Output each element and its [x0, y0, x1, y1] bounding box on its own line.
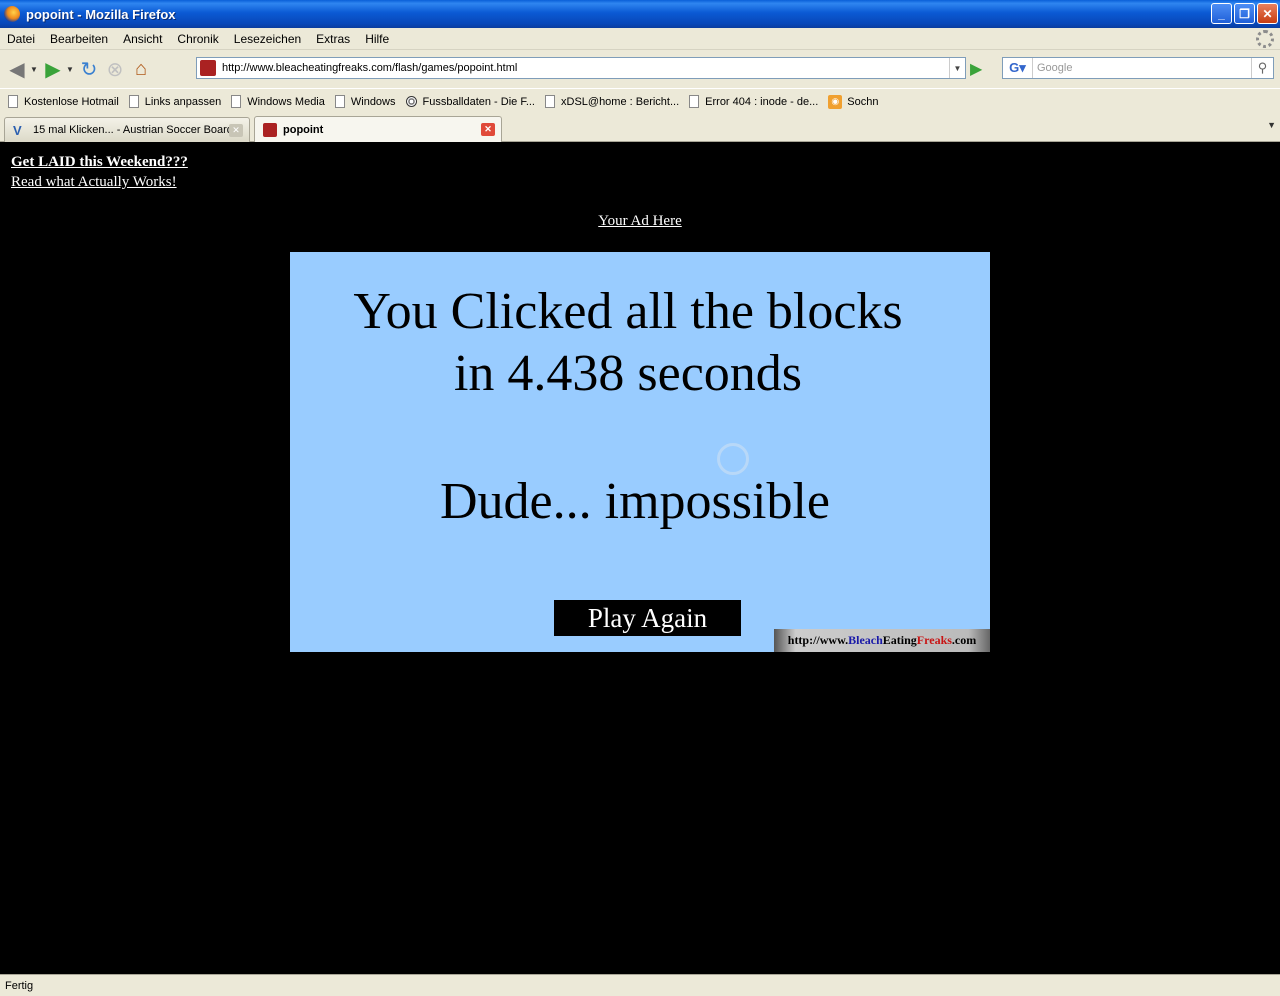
minimize-button[interactable]: _	[1211, 3, 1232, 24]
tab-close-icon[interactable]: ✕	[481, 123, 495, 136]
menu-hilfe[interactable]: Hilfe	[358, 32, 397, 46]
bookmark-label: Fussballdaten - Die F...	[422, 95, 536, 108]
go-arrow-icon[interactable]: ▶	[970, 59, 990, 79]
tab-strip: V 15 mal Klicken... - Austrian Soccer Bo…	[0, 114, 1280, 142]
maximize-button[interactable]: ❐	[1234, 3, 1255, 24]
stop-icon[interactable]: ⊗	[102, 56, 128, 82]
page-content: Get LAID this Weekend??? Read what Actua…	[0, 142, 1280, 974]
flash-game[interactable]: You Clicked all the blocks in 4.438 seco…	[290, 252, 990, 652]
menu-chronik[interactable]: Chronik	[170, 32, 226, 46]
bookmark-kostenlose-hotmail[interactable]: Kostenlose Hotmail	[4, 95, 125, 108]
navigation-toolbar: ◀ ▼ ▶ ▼ ↻ ⊗ ⌂ http://www.bleacheatingfre…	[0, 51, 1280, 87]
firefox-icon	[4, 6, 20, 22]
forward-arrow-icon[interactable]: ▶	[40, 56, 66, 82]
page-icon	[8, 95, 18, 108]
bookmark-label: xDSL@home : Bericht...	[561, 95, 680, 108]
verdict-text: Dude... impossible	[440, 473, 830, 530]
ad-subline-link[interactable]: Read what Actually Works!	[11, 174, 177, 191]
page-icon	[128, 95, 139, 108]
soccer-ball-icon	[405, 96, 417, 107]
tab-label: 15 mal Klicken... - Austrian Soccer Boar…	[33, 124, 233, 136]
brand-suffix: .com	[951, 633, 977, 647]
address-dropdown-icon[interactable]: ▼	[949, 58, 965, 78]
address-bar[interactable]: http://www.bleacheatingfreaks.com/flash/…	[196, 57, 966, 79]
tab-close-icon[interactable]: ✕	[229, 124, 243, 137]
page-icon	[545, 95, 555, 108]
brand-eating: Eating	[882, 633, 917, 647]
bookmark-error-404[interactable]: Error 404 : inode - de...	[685, 95, 824, 108]
status-text: Fertig	[5, 979, 34, 992]
back-history-dropdown-icon[interactable]: ▼	[30, 65, 40, 74]
google-engine-icon[interactable]: G▾	[1003, 58, 1033, 78]
site-v-icon: V	[13, 123, 22, 138]
bookmarks-toolbar: Kostenlose Hotmail Links anpassen Window…	[0, 88, 1280, 114]
magnifier-search-icon[interactable]: ⚲	[1251, 58, 1273, 78]
bookmark-label: Kostenlose Hotmail	[24, 95, 119, 108]
tab-popoint[interactable]: popoint ✕	[254, 116, 502, 142]
tab-austrian-soccer-board[interactable]: V 15 mal Klicken... - Austrian Soccer Bo…	[4, 117, 250, 142]
result-line-2: in 4.438 seconds	[453, 345, 803, 402]
page-icon	[334, 95, 345, 108]
menu-ansicht[interactable]: Ansicht	[116, 32, 170, 46]
window-title: popoint - Mozilla Firefox	[26, 6, 176, 22]
page-icon	[231, 95, 242, 108]
ad-headline-link[interactable]: Get LAID this Weekend???	[11, 154, 188, 171]
menu-datei[interactable]: Datei	[0, 32, 43, 46]
play-again-button[interactable]: Play Again	[554, 600, 741, 636]
rss-feed-icon: ◉	[828, 94, 843, 109]
your-ad-here-link[interactable]: Your Ad Here	[598, 213, 681, 229]
tab-label: popoint	[283, 123, 324, 136]
bookmark-windows-media[interactable]: Windows Media	[227, 95, 331, 108]
bookmark-xdsl-home[interactable]: xDSL@home : Bericht...	[541, 95, 685, 108]
menu-lesezeichen[interactable]: Lesezeichen	[227, 32, 309, 46]
window-titlebar: popoint - Mozilla Firefox _ ❐ ✕	[0, 0, 1280, 28]
menu-extras[interactable]: Extras	[309, 32, 358, 46]
bookmark-links-anpassen[interactable]: Links anpassen	[125, 95, 227, 108]
close-button[interactable]: ✕	[1257, 3, 1278, 24]
back-arrow-icon[interactable]: ◀	[4, 56, 30, 82]
address-url[interactable]: http://www.bleacheatingfreaks.com/flash/…	[222, 62, 517, 74]
tab-list-dropdown-icon[interactable]: ▼	[1267, 120, 1276, 130]
reload-icon[interactable]: ↻	[76, 56, 102, 82]
status-bar: Fertig	[0, 974, 1280, 996]
bookmark-label: Windows Media	[247, 95, 325, 108]
ad-center-container: Your Ad Here	[0, 213, 1280, 230]
site-favicon-icon	[263, 122, 277, 137]
menu-bearbeiten[interactable]: Bearbeiten	[43, 32, 116, 46]
cursor-ring-icon	[717, 443, 749, 475]
bookmark-windows[interactable]: Windows	[331, 95, 402, 108]
bookmark-label: Error 404 : inode - de...	[705, 95, 819, 108]
menu-bar: Datei Bearbeiten Ansicht Chronik Lesezei…	[0, 28, 1280, 50]
bookmark-label: Windows	[350, 95, 396, 108]
throbber-icon	[1256, 30, 1274, 48]
page-icon	[689, 95, 700, 108]
search-box[interactable]: G▾ Google ⚲	[1002, 57, 1274, 79]
brand-freaks: Freaks	[916, 633, 952, 647]
forward-history-dropdown-icon[interactable]: ▼	[66, 65, 76, 74]
home-icon[interactable]: ⌂	[128, 56, 154, 82]
bookmark-label: Links anpassen	[144, 95, 222, 108]
brand-link[interactable]: http://www. Bleach Eating Freaks .com	[774, 629, 990, 652]
window-controls: _ ❐ ✕	[1211, 3, 1278, 24]
result-line-1: You Clicked all the blocks	[353, 283, 903, 340]
site-favicon-icon	[200, 60, 216, 76]
bookmark-label: Sochn	[847, 95, 879, 108]
brand-prefix: http://www.	[787, 633, 849, 647]
brand-bleach: Bleach	[848, 633, 883, 647]
bookmark-sochn[interactable]: ◉ Sochn	[824, 94, 884, 109]
bookmark-fussballdaten[interactable]: Fussballdaten - Die F...	[402, 96, 542, 108]
search-input[interactable]: Google	[1037, 62, 1072, 74]
